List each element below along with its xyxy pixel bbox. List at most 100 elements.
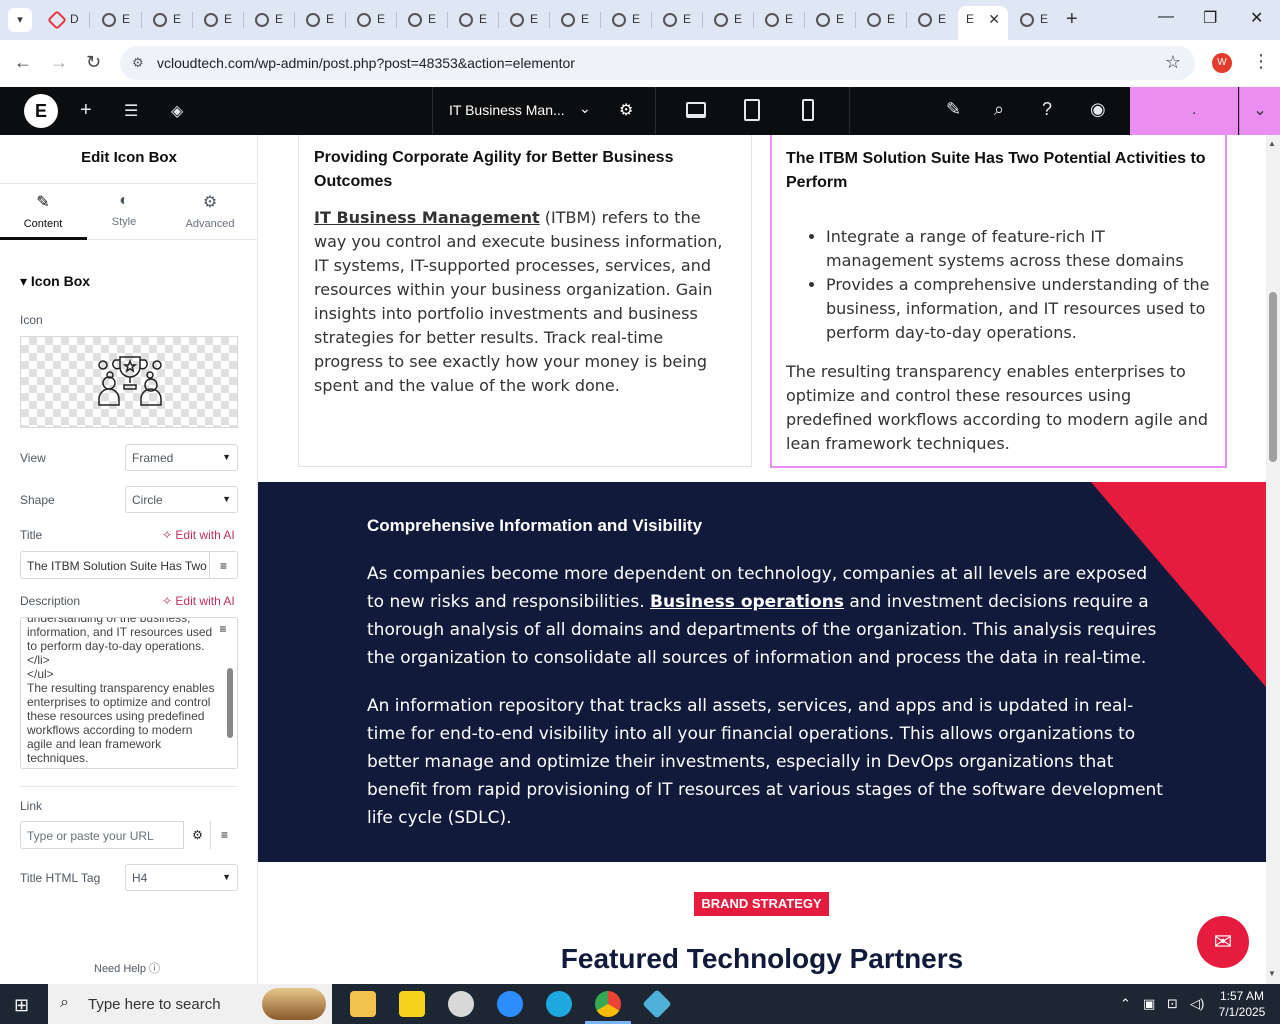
- file-explorer-icon[interactable]: [350, 991, 376, 1017]
- structure-layers-icon[interactable]: ◈: [171, 101, 183, 121]
- minimize-icon[interactable]: —: [1158, 8, 1174, 26]
- edit-with-ai-description[interactable]: ✧ Edit with AI: [162, 594, 235, 608]
- site-settings-icon[interactable]: ☰: [124, 101, 138, 121]
- browser-tab[interactable]: E: [908, 6, 958, 34]
- title-input[interactable]: The ITBM Solution Suite Has Two ≡: [20, 551, 238, 579]
- shape-select[interactable]: Circle ▼: [125, 486, 238, 513]
- windows-start-icon[interactable]: ⊞: [14, 995, 29, 1016]
- browser-tab-active[interactable]: E ✕: [958, 6, 1008, 40]
- browser-tab[interactable]: E: [347, 6, 397, 34]
- business-operations-link[interactable]: Business operations: [650, 592, 844, 612]
- description-textarea[interactable]: understanding of the business, informati…: [20, 617, 238, 769]
- browser-tab[interactable]: E: [755, 6, 805, 34]
- icon-media-picker[interactable]: [20, 336, 238, 428]
- url-text[interactable]: vcloudtech.com/wp-admin/post.php?post=48…: [157, 55, 575, 71]
- wordpress-favicon-icon: [306, 13, 320, 27]
- search-icon[interactable]: ⌕: [994, 99, 1004, 120]
- tab-content[interactable]: ✎ Content: [0, 192, 86, 230]
- section-toggle-icon-box[interactable]: ▾ Icon Box: [20, 273, 90, 290]
- caret-down-icon: ▾: [20, 273, 31, 289]
- canvas-scrollbar[interactable]: ▲ ▼: [1266, 135, 1280, 984]
- volume-icon[interactable]: ◁): [1190, 996, 1204, 1012]
- add-element-icon[interactable]: +: [80, 99, 92, 122]
- icon-box-card-1[interactable]: Providing Corporate Agility for Better B…: [298, 135, 752, 467]
- security-icon[interactable]: ▣: [1143, 996, 1155, 1012]
- browser-tab[interactable]: E: [245, 6, 295, 34]
- icon-box-card-2-selected[interactable]: The ITBM Solution Suite Has Two Potentia…: [770, 135, 1227, 468]
- notes-icon[interactable]: ✎: [946, 99, 961, 120]
- site-info-icon[interactable]: ⚙: [132, 55, 146, 70]
- browser-tab[interactable]: E: [1010, 6, 1060, 34]
- tab-search-button[interactable]: ▾: [8, 8, 32, 32]
- desktop-icon[interactable]: [686, 102, 706, 118]
- browser-tab[interactable]: E: [653, 6, 703, 34]
- tablet-icon[interactable]: [744, 99, 760, 121]
- tray-chevron-icon[interactable]: ⌃: [1120, 996, 1131, 1012]
- browser-tab[interactable]: E: [143, 6, 193, 34]
- back-icon[interactable]: ←: [14, 52, 32, 73]
- browser-tab[interactable]: E: [398, 6, 448, 34]
- chrome-icon[interactable]: [585, 991, 631, 1024]
- card-description: IT Business Management (ITBM) refers to …: [314, 208, 723, 395]
- responsive-mode-switcher: [656, 87, 850, 135]
- scrollbar-thumb[interactable]: [1269, 292, 1277, 462]
- browser-tab[interactable]: E: [194, 6, 244, 34]
- browser-tab[interactable]: E: [500, 6, 550, 34]
- browser-tab[interactable]: E: [857, 6, 907, 34]
- chat-bubble-icon[interactable]: ✉: [1197, 916, 1249, 968]
- forward-icon[interactable]: →: [50, 52, 68, 73]
- shape-label: Shape: [20, 493, 55, 507]
- taskbar-search[interactable]: ⌕ Type here to search: [48, 984, 332, 1024]
- restore-icon[interactable]: ❐: [1203, 8, 1217, 28]
- browser-tab[interactable]: E: [704, 6, 754, 34]
- app-diamond-icon[interactable]: [642, 989, 672, 1019]
- dynamic-tags-icon[interactable]: ≡: [213, 622, 233, 642]
- help-icon[interactable]: ?: [1042, 99, 1052, 120]
- publish-options-chevron-icon[interactable]: ⌄: [1239, 87, 1280, 135]
- document-name-dropdown[interactable]: IT Business Man... ⌄ ⚙: [432, 87, 656, 135]
- browser-tab[interactable]: E: [551, 6, 601, 34]
- browser-tab[interactable]: E: [296, 6, 346, 34]
- edit-with-ai-title[interactable]: ✧ Edit with AI: [162, 528, 235, 542]
- bookmark-star-icon[interactable]: ☆: [1165, 52, 1181, 73]
- link-options-gear-icon[interactable]: ⚙: [183, 821, 211, 849]
- address-bar[interactable]: ⚙ vcloudtech.com/wp-admin/post.php?post=…: [120, 46, 1195, 80]
- dynamic-tags-icon[interactable]: ≡: [210, 821, 238, 849]
- browser-tab[interactable]: E: [602, 6, 652, 34]
- page-settings-gear-icon[interactable]: ⚙: [619, 100, 633, 120]
- browser-tab[interactable]: E: [806, 6, 856, 34]
- elementor-logo-icon[interactable]: E: [24, 94, 58, 128]
- search-icon: ⌕: [60, 994, 69, 1011]
- it-business-management-link[interactable]: IT Business Management: [314, 208, 540, 227]
- browser-tab-bar: ▾ D E E E E E E E E E E E E E E E E E E ✕…: [0, 0, 1280, 40]
- view-select[interactable]: Framed ▼: [125, 444, 238, 471]
- link-url-input[interactable]: Type or paste your URL ⚙ ≡: [20, 821, 238, 849]
- mobile-icon[interactable]: [802, 99, 814, 121]
- scroll-down-icon[interactable]: ▼: [1268, 969, 1276, 978]
- network-icon[interactable]: ⊡: [1167, 996, 1178, 1012]
- browser-tab[interactable]: E: [92, 6, 142, 34]
- tab-advanced[interactable]: ⚙ Advanced: [167, 192, 253, 230]
- reload-icon[interactable]: ↻: [86, 52, 101, 73]
- tab-style[interactable]: ◐ Style: [81, 192, 167, 228]
- new-tab-icon[interactable]: +: [1066, 8, 1078, 31]
- zoom-icon[interactable]: [497, 991, 523, 1017]
- scroll-up-icon[interactable]: ▲: [1268, 139, 1276, 148]
- browser-tab[interactable]: E: [449, 6, 499, 34]
- dynamic-tags-icon[interactable]: ≡: [209, 552, 237, 578]
- publish-button[interactable]: .: [1130, 87, 1238, 135]
- browser-tab[interactable]: D: [40, 6, 90, 34]
- close-tab-icon[interactable]: ✕: [988, 11, 1000, 28]
- browser-menu-icon[interactable]: ⋮: [1252, 51, 1270, 72]
- editor-panel: Edit Icon Box ✎ Content ◐ Style ⚙ Advanced …: [0, 135, 258, 984]
- title-html-tag-select[interactable]: H4 ▼: [125, 864, 238, 891]
- taskbar-clock[interactable]: 1:57 AM 7/1/2025: [1212, 988, 1272, 1020]
- snipping-tool-icon[interactable]: [448, 991, 474, 1017]
- edge-icon[interactable]: [546, 991, 572, 1017]
- sticky-notes-icon[interactable]: [399, 991, 425, 1017]
- textarea-scrollbar[interactable]: [227, 668, 233, 738]
- profile-avatar[interactable]: W: [1212, 53, 1232, 73]
- close-window-icon[interactable]: ✕: [1250, 8, 1263, 28]
- need-help-link[interactable]: Need Help ⓘ: [94, 960, 160, 976]
- preview-eye-icon[interactable]: ◉: [1090, 99, 1106, 120]
